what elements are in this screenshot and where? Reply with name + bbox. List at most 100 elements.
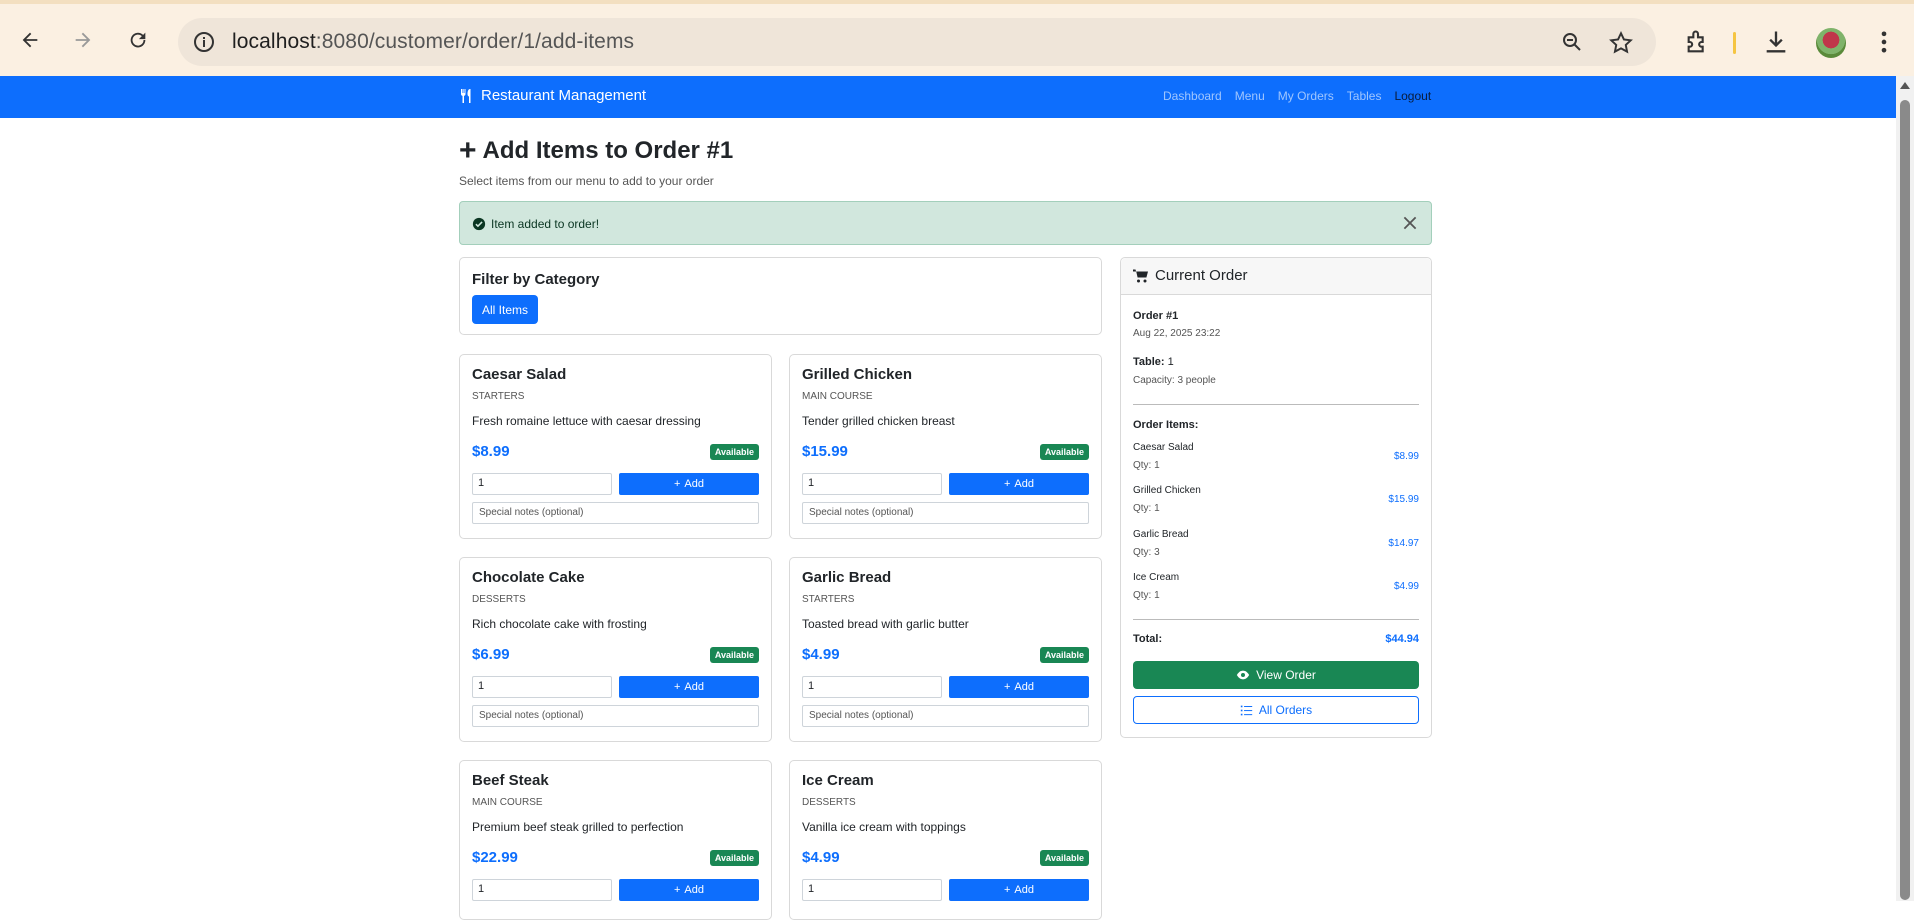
- more-menu-icon[interactable]: [1870, 28, 1898, 56]
- scroll-up-arrow-icon[interactable]: [1900, 82, 1910, 89]
- plus-icon: +: [673, 884, 681, 896]
- nav-logout[interactable]: Logout: [1394, 89, 1431, 103]
- success-alert: Item added to order!: [459, 201, 1432, 245]
- item-price: $6.99: [472, 646, 510, 663]
- zoom-icon[interactable]: [1560, 30, 1584, 54]
- add-item-button[interactable]: + Add: [619, 676, 759, 698]
- all-orders-button[interactable]: All Orders: [1133, 696, 1419, 724]
- view-order-button[interactable]: View Order: [1133, 661, 1419, 689]
- all-items-button[interactable]: All Items: [472, 295, 538, 324]
- filter-heading: Filter by Category: [472, 271, 600, 288]
- order-datetime: Aug 22, 2025 23:22: [1133, 328, 1221, 339]
- view-order-label: View Order: [1256, 668, 1316, 682]
- back-button[interactable]: [16, 26, 44, 54]
- order-item-price: $15.99: [1388, 494, 1419, 505]
- item-description: Premium beef steak grilled to perfection: [472, 820, 684, 834]
- app-navbar: Restaurant Management Dashboard Menu My …: [0, 76, 1896, 118]
- nav-tables[interactable]: Tables: [1347, 89, 1382, 103]
- list-icon: [1240, 705, 1253, 715]
- order-number: Order #1: [1133, 310, 1179, 322]
- check-circle-icon: [472, 217, 486, 231]
- plus-icon: +: [1003, 884, 1011, 896]
- add-item-button[interactable]: + Add: [949, 879, 1089, 901]
- order-item-qty: Qty: 1: [1133, 460, 1160, 471]
- page-title-text: Add Items to Order #1: [482, 137, 734, 164]
- plus-icon: +: [1003, 681, 1011, 693]
- item-category: STARTERS: [472, 391, 525, 402]
- special-notes-input[interactable]: Special notes (optional): [802, 502, 1089, 524]
- cart-icon: [1133, 269, 1148, 283]
- url-host: localhost: [232, 30, 316, 53]
- special-notes-input[interactable]: Special notes (optional): [472, 502, 759, 524]
- special-notes-input[interactable]: Special notes (optional): [472, 705, 759, 727]
- order-item-name: Garlic Bread: [1133, 529, 1189, 540]
- order-item-name: Ice Cream: [1133, 572, 1180, 583]
- item-description: Tender grilled chicken breast: [802, 414, 955, 428]
- add-item-button[interactable]: + Add: [619, 473, 759, 495]
- scrollbar-thumb[interactable]: [1900, 100, 1910, 900]
- alert-message: Item added to order!: [491, 217, 600, 231]
- info-icon[interactable]: [192, 30, 216, 54]
- add-label: Add: [1014, 681, 1034, 693]
- order-item-name: Grilled Chicken: [1133, 485, 1201, 496]
- current-order-panel: Current Order Order #1 Aug 22, 2025 23:2…: [1120, 257, 1432, 738]
- quantity-input[interactable]: 1: [472, 676, 612, 698]
- plus-icon: +: [1003, 478, 1011, 490]
- nav-my-orders[interactable]: My Orders: [1278, 89, 1334, 103]
- quantity-input[interactable]: 1: [802, 473, 942, 495]
- page-subtitle: Select items from our menu to add to you…: [459, 174, 714, 188]
- table-info: Table: 1: [1133, 356, 1174, 368]
- order-item-name: Caesar Salad: [1133, 442, 1194, 453]
- total-value: $44.94: [1385, 633, 1419, 645]
- page-title: + Add Items to Order #1: [459, 136, 734, 166]
- url-path: :8080/customer/order/1/add-items: [315, 30, 635, 53]
- table-label: Table:: [1133, 356, 1165, 368]
- quantity-input[interactable]: 1: [472, 879, 612, 901]
- bookmark-star-icon[interactable]: [1608, 30, 1634, 56]
- availability-badge: Available: [709, 647, 759, 663]
- plus-icon: +: [673, 681, 681, 693]
- menu-item-card: Ice Cream DESSERTS Vanilla ice cream wit…: [789, 760, 1102, 920]
- nav-links: Dashboard Menu My Orders Tables Logout: [1163, 89, 1431, 103]
- url-text[interactable]: localhost:8080/customer/order/1/add-item…: [232, 30, 634, 54]
- reload-icon: [130, 32, 146, 48]
- table-capacity: Capacity: 3 people: [1133, 375, 1216, 386]
- order-item-price: $8.99: [1393, 451, 1419, 462]
- divider: [1133, 619, 1419, 620]
- item-category: MAIN COURSE: [472, 797, 543, 808]
- quantity-input[interactable]: 1: [802, 676, 942, 698]
- item-name: Beef Steak: [472, 772, 549, 789]
- download-icon[interactable]: [1762, 28, 1790, 56]
- close-icon[interactable]: [1401, 214, 1419, 232]
- total-label: Total:: [1133, 633, 1163, 645]
- item-price: $15.99: [802, 443, 848, 460]
- special-notes-input[interactable]: Special notes (optional): [802, 705, 1089, 727]
- forward-button[interactable]: [69, 26, 97, 54]
- menu-item-card: Grilled Chicken MAIN COURSE Tender grill…: [789, 354, 1102, 539]
- add-item-button[interactable]: + Add: [619, 879, 759, 901]
- availability-badge: Available: [709, 444, 759, 460]
- nav-dashboard[interactable]: Dashboard: [1163, 89, 1222, 103]
- page-scrollbar[interactable]: [1896, 76, 1914, 901]
- nav-menu[interactable]: Menu: [1235, 89, 1265, 103]
- add-item-button[interactable]: + Add: [949, 676, 1089, 698]
- availability-badge: Available: [1039, 444, 1089, 460]
- profile-avatar[interactable]: [1816, 28, 1846, 58]
- order-item-price: $4.99: [1393, 581, 1419, 592]
- add-label: Add: [684, 478, 704, 490]
- back-arrow-icon: [22, 32, 38, 48]
- filter-card: Filter by Category All Items: [459, 257, 1102, 335]
- availability-badge: Available: [709, 850, 759, 866]
- brand-link[interactable]: Restaurant Management: [459, 87, 646, 104]
- address-bar[interactable]: localhost:8080/customer/order/1/add-item…: [178, 18, 1656, 66]
- quantity-input[interactable]: 1: [802, 879, 942, 901]
- extensions-icon[interactable]: [1684, 28, 1712, 56]
- item-name: Garlic Bread: [802, 569, 892, 586]
- reload-button[interactable]: [124, 26, 152, 54]
- table-value: 1: [1167, 356, 1174, 368]
- add-item-button[interactable]: + Add: [949, 473, 1089, 495]
- forward-arrow-icon: [75, 32, 91, 48]
- quantity-input[interactable]: 1: [472, 473, 612, 495]
- availability-badge: Available: [1039, 647, 1089, 663]
- item-category: MAIN COURSE: [802, 391, 873, 402]
